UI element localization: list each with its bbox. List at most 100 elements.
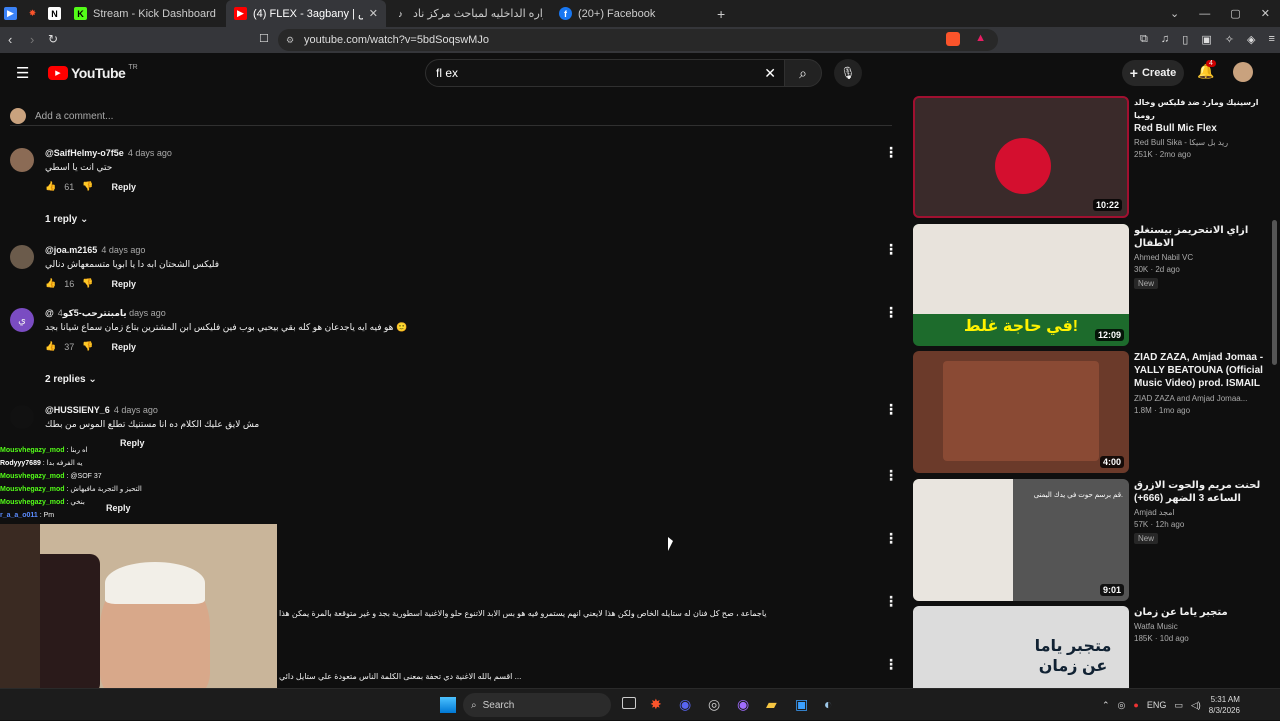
volume-icon[interactable]: ◁)	[1191, 700, 1201, 711]
tab-notion[interactable]: N	[44, 0, 66, 27]
tab-youtube[interactable]: ▶ (4) FLEX - 3agbany | عجباني - ..نس ✕	[226, 0, 386, 27]
avatar[interactable]	[10, 405, 34, 429]
more-options-icon[interactable]: ⋮	[884, 241, 898, 258]
video-title[interactable]: ازاي الانتحريمز بيستغلو الاطفال	[1134, 224, 1264, 250]
url-field[interactable]: ⚙ youtube.com/watch?v=5bdSoqswMJo ▲	[278, 29, 998, 51]
replies-toggle[interactable]: 2 replies ⌄	[45, 374, 97, 385]
brave-icon[interactable]: ✸	[650, 696, 662, 713]
channel-name[interactable]: Amjad امجد	[1134, 508, 1264, 517]
video-thumbnail[interactable]: متجبر ياما عن زمان	[913, 606, 1129, 688]
replies-toggle[interactable]: 1 reply ⌄	[45, 214, 88, 225]
dislike-icon[interactable]: 👎	[82, 341, 93, 352]
steam-icon[interactable]: ◐	[824, 696, 832, 712]
sidebar-icon[interactable]: ▯	[1182, 33, 1188, 46]
channel-name[interactable]: Red Bull Sika - ريد بل سيكا	[1134, 138, 1264, 147]
discord-icon[interactable]: ◉	[679, 696, 691, 713]
video-title[interactable]: ارسينيك ومارد ضد فليكس وخالد روميا Red Bu…	[1134, 96, 1264, 135]
scrollbar[interactable]	[1272, 220, 1277, 365]
comment-author[interactable]: @joa.m2165 4 days ago	[45, 245, 145, 255]
like-icon[interactable]: 👍	[45, 341, 56, 352]
more-options-icon[interactable]: ⋮	[884, 593, 898, 610]
tab-tiktok[interactable]: ♪ استعانه لوزاره الداخليه لمباحث مركز نا…	[386, 0, 551, 27]
clock[interactable]: 5:31 AM 8/3/2026	[1209, 694, 1240, 716]
video-thumbnail[interactable]: في حاجة غلط! 12:09	[913, 224, 1129, 346]
minimize-icon[interactable]: —	[1199, 8, 1210, 20]
like-icon[interactable]: 👍	[45, 181, 56, 192]
comment-author[interactable]: @SaifHelmy-o7f5e 4 days ago	[45, 148, 172, 158]
video-title[interactable]: ZIAD ZAZA, Amjad Jomaa - YALLY BEATOUNA …	[1134, 351, 1264, 391]
close-window-icon[interactable]: ✕	[1261, 7, 1270, 20]
tab-kick[interactable]: K Stream - Kick Dashboard	[66, 0, 226, 27]
recommended-video[interactable]: متجبر ياما عن زمان متجبر ياما عن زمان Wa…	[913, 606, 1263, 688]
more-options-icon[interactable]: ⋮	[884, 401, 898, 418]
rewards-icon[interactable]: ▲	[975, 32, 986, 44]
search-button[interactable]: ⌕	[784, 59, 822, 87]
voice-search-button[interactable]: 🎙	[834, 59, 862, 87]
shield-icon[interactable]	[946, 32, 960, 46]
avatar[interactable]	[10, 148, 34, 172]
clear-icon[interactable]: ✕	[764, 65, 776, 82]
language-indicator[interactable]: ENG	[1147, 700, 1167, 710]
chevron-down-icon[interactable]: ⌄	[1170, 7, 1179, 20]
leo-icon[interactable]: ✧	[1225, 33, 1234, 46]
site-info-icon[interactable]: ⚙	[286, 35, 294, 46]
more-options-icon[interactable]: ⋮	[884, 530, 898, 547]
more-options-icon[interactable]: ⋮	[884, 467, 898, 484]
wallet-icon[interactable]: ▣	[1201, 33, 1211, 46]
bookmark-icon[interactable]: ☐	[259, 32, 269, 45]
close-icon[interactable]: ✕	[369, 7, 378, 20]
recommended-video[interactable]: 10:22 ارسينيك ومارد ضد فليكس وخالد روميا…	[913, 96, 1263, 218]
back-icon[interactable]: ‹	[8, 32, 12, 47]
channel-name[interactable]: Ahmed Nabil VC	[1134, 253, 1264, 262]
dislike-icon[interactable]: 👎	[82, 278, 93, 289]
app-icon[interactable]: ▣	[795, 696, 808, 713]
create-button[interactable]: + Create	[1122, 60, 1184, 86]
reply-button[interactable]: Reply	[111, 342, 136, 352]
reply-button[interactable]: Reply	[111, 182, 136, 192]
like-icon[interactable]: 👍	[45, 278, 56, 289]
avatar[interactable]	[1233, 62, 1253, 82]
tab-facebook[interactable]: f (20+) Facebook	[551, 0, 711, 27]
tab-brave[interactable]: ✸	[22, 0, 44, 27]
video-title[interactable]: متجبر ياما عن زمان	[1134, 606, 1263, 619]
more-options-icon[interactable]: ⋮	[884, 144, 898, 161]
new-tab-button[interactable]: +	[717, 6, 725, 22]
network-icon[interactable]: ▭	[1174, 700, 1183, 711]
video-thumbnail[interactable]: قم برسم حوت في يدك اليمنى. 9:01	[913, 479, 1129, 601]
comment-author[interactable]: @HUSSIENY_6 4 days ago	[45, 405, 158, 415]
forward-icon[interactable]: ›	[30, 32, 34, 47]
avatar[interactable]: ي	[10, 308, 34, 332]
reload-icon[interactable]: ↻	[48, 32, 58, 46]
dislike-icon[interactable]: 👎	[82, 181, 93, 192]
more-options-icon[interactable]: ⋮	[884, 304, 898, 321]
windows-start-icon[interactable]	[440, 697, 456, 713]
app-tray-icon[interactable]: ◎	[1118, 700, 1126, 711]
search-input[interactable]: fl ex ✕	[425, 59, 785, 87]
folder-icon[interactable]: ▰	[766, 696, 777, 713]
menu-icon[interactable]: ≡	[1269, 33, 1275, 46]
app-icon[interactable]: ◎	[708, 696, 720, 713]
avatar[interactable]	[10, 245, 34, 269]
recommended-video[interactable]: في حاجة غلط! 12:09 ازاي الانتحريمز بيستغ…	[913, 224, 1263, 346]
hamburger-menu-icon[interactable]: ☰	[16, 64, 29, 82]
video-title[interactable]: لحنت مريم والحوت الازرق الساعه 3 الضهر (…	[1134, 479, 1264, 505]
comment-author[interactable]: @يامبتترحب-5كو4 days ago	[45, 308, 166, 319]
reply-button[interactable]: Reply	[111, 279, 136, 289]
video-thumbnail[interactable]: 4:00	[913, 351, 1129, 473]
youtube-logo[interactable]: ▶ YouTube TR	[48, 64, 138, 81]
notifications-button[interactable]: 🔔 4	[1197, 60, 1216, 80]
more-options-icon[interactable]: ⋮	[884, 656, 898, 673]
music-icon[interactable]: ♫	[1161, 33, 1169, 46]
maximize-icon[interactable]: ▢	[1230, 7, 1240, 20]
chevron-up-icon[interactable]: ⌃	[1102, 700, 1110, 711]
recommended-video[interactable]: قم برسم حوت في يدك اليمنى. 9:01 لحنت مري…	[913, 479, 1263, 601]
extensions-icon[interactable]: ⧉	[1140, 33, 1148, 46]
channel-name[interactable]: ZIAD ZAZA and Amjad Jomaa...	[1134, 394, 1264, 403]
tab-app[interactable]: ▶	[0, 0, 22, 27]
add-comment-input[interactable]: Add a comment...	[35, 111, 113, 122]
vpn-icon[interactable]: ◈	[1247, 33, 1255, 46]
recommended-video[interactable]: 4:00 ZIAD ZAZA, Amjad Jomaa - YALLY BEAT…	[913, 351, 1263, 473]
task-view-icon[interactable]	[622, 697, 636, 709]
taskbar-search[interactable]: ⌕ Search	[463, 693, 611, 717]
video-thumbnail[interactable]: 10:22	[913, 96, 1129, 218]
